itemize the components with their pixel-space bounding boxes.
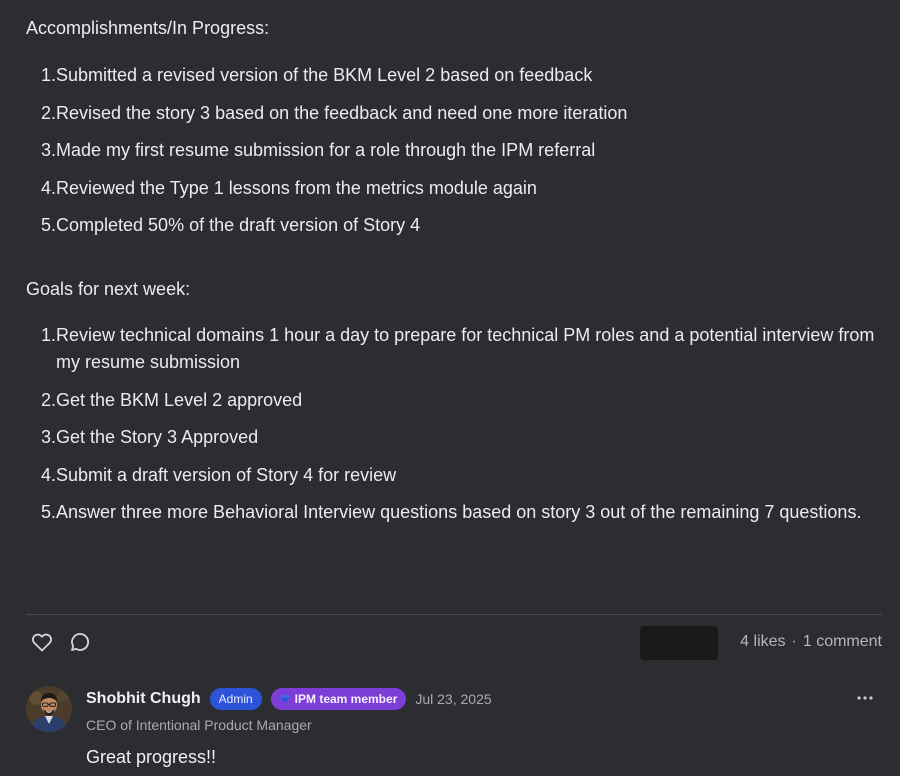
team-member-badge-label: IPM team member — [294, 692, 398, 706]
team-member-badge: IPM team member — [270, 688, 407, 710]
accomplishments-list: 1. Submitted a revised version of the BKM… — [26, 62, 876, 250]
heart-icon[interactable] — [30, 630, 54, 654]
comment-icon[interactable] — [68, 630, 92, 654]
likes-count[interactable]: 4 likes — [740, 633, 785, 650]
goals-list: 1. Review technical domains 1 hour a day … — [26, 322, 876, 537]
more-options-icon[interactable] — [852, 688, 878, 708]
author-title: CEO of Intentional Product Manager — [86, 717, 312, 733]
list-item-text: Reviewed the Type 1 lessons from the met… — [56, 177, 537, 198]
list-item-text: Completed 50% of the draft version of St… — [56, 215, 421, 235]
list-number: 1. — [40, 65, 56, 85]
avatar-image — [26, 686, 72, 732]
avatar[interactable] — [26, 686, 72, 732]
list-item: 3. Get the Story 3 Approved — [26, 424, 876, 451]
list-item-text: Answer three more Behavioral Interview q… — [56, 502, 862, 522]
admin-badge: Admin — [209, 688, 262, 710]
comment-header: Shobhit Chugh Admin IPM team member Jul … — [86, 686, 492, 712]
post-actions-bar: 4 likes · 1 comment — [26, 626, 882, 660]
list-item: 2. Get the BKM Level 2 approved — [26, 387, 876, 414]
diamond-icon — [279, 695, 290, 703]
list-number: 1. — [40, 325, 56, 345]
list-item: 3. Made my first resume submission for a … — [26, 137, 876, 164]
post-card: Accomplishments/In Progress: 1. Submitted… — [26, 0, 882, 776]
engagement-stats: 4 likes · 1 comment — [740, 632, 882, 652]
list-item: 1. Review technical domains 1 hour a day … — [26, 322, 876, 376]
list-number: 2. — [40, 102, 56, 123]
list-item-text: Revised the story 3 based on the feedbac… — [56, 102, 628, 123]
list-item-text: Get the Story 3 Approved — [56, 427, 259, 447]
comment: Shobhit Chugh Admin IPM team member Jul … — [26, 684, 882, 776]
goals-heading: Goals for next week: — [26, 279, 191, 299]
list-item-text: Made my first resume submission for a ro… — [56, 140, 596, 160]
list-number: 5. — [40, 502, 56, 522]
list-number: 3. — [40, 140, 56, 160]
redacted-avatars — [640, 626, 718, 660]
list-number: 4. — [40, 177, 56, 198]
list-item: 2. Revised the story 3 based on the feedb… — [26, 100, 876, 127]
divider — [26, 614, 882, 615]
stats-separator: · — [791, 633, 797, 650]
list-item-text: Submitted a revised version of the BKM L… — [56, 65, 593, 85]
list-number: 3. — [40, 427, 56, 447]
list-item-text: Submit a draft version of Story 4 for re… — [56, 464, 397, 485]
list-item: 5. Answer three more Behavioral Interview… — [26, 499, 876, 526]
author-name[interactable]: Shobhit Chugh — [86, 690, 201, 708]
list-item: 4. Submit a draft version of Story 4 for … — [26, 462, 876, 489]
comments-count[interactable]: 1 comment — [803, 633, 882, 650]
comment-body: Great progress!! — [86, 747, 217, 767]
comment-date: Jul 23, 2025 — [415, 691, 492, 707]
list-item-text: Review technical domains 1 hour a day to… — [56, 325, 875, 372]
list-number: 2. — [40, 389, 56, 410]
list-item: 1. Submitted a revised version of the BKM… — [26, 62, 876, 89]
accomplishments-heading: Accomplishments/In Progress: — [26, 18, 270, 38]
list-number: 4. — [40, 464, 56, 485]
list-item: 5. Completed 50% of the draft version of … — [26, 212, 876, 239]
list-item: 4. Reviewed the Type 1 lessons from the m… — [26, 175, 876, 202]
list-item-text: Get the BKM Level 2 approved — [56, 389, 303, 410]
list-number: 5. — [40, 215, 56, 235]
